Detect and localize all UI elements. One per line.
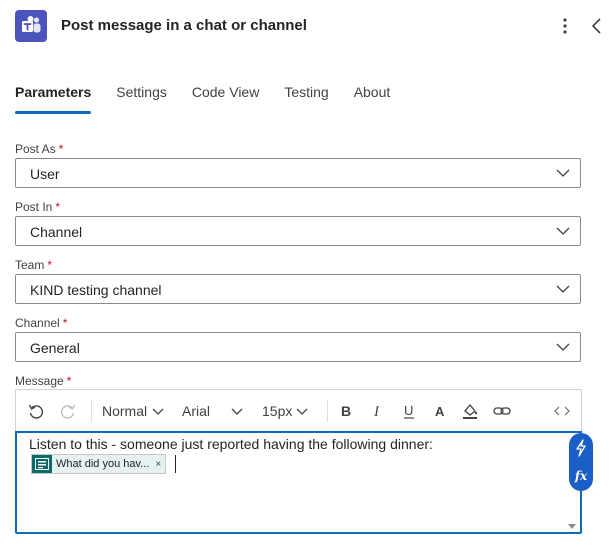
font-color-icon[interactable]: A bbox=[432, 400, 448, 422]
post-as-label-text: Post As bbox=[15, 142, 56, 156]
required-marker: * bbox=[47, 258, 53, 272]
forms-icon bbox=[32, 455, 52, 473]
message-label: Message * bbox=[15, 374, 71, 388]
post-as-value: User bbox=[30, 166, 60, 182]
undo-icon[interactable] bbox=[26, 400, 46, 422]
tab-settings[interactable]: Settings bbox=[116, 84, 167, 114]
chevron-down-icon bbox=[152, 406, 164, 416]
required-marker: * bbox=[66, 374, 72, 388]
collapse-panel-icon[interactable] bbox=[588, 14, 606, 38]
post-in-label: Post In * bbox=[15, 200, 60, 214]
remove-token-icon[interactable]: × bbox=[155, 459, 161, 470]
text-caret bbox=[175, 455, 176, 473]
toolbar-divider bbox=[91, 400, 92, 422]
redo-icon[interactable] bbox=[58, 400, 78, 422]
dynamic-content-icon[interactable] bbox=[569, 435, 593, 461]
svg-text:I: I bbox=[373, 404, 380, 420]
font-family-value: Arial bbox=[182, 403, 211, 419]
tab-code-view[interactable]: Code View bbox=[192, 84, 259, 114]
channel-label-text: Channel bbox=[15, 316, 60, 330]
chevron-down-icon bbox=[296, 406, 308, 416]
page-title: Post message in a chat or channel bbox=[61, 17, 307, 34]
required-marker: * bbox=[58, 142, 64, 156]
post-in-label-text: Post In bbox=[15, 200, 53, 214]
chevron-down-icon bbox=[555, 340, 571, 354]
panel-header: Post message in a chat or channel bbox=[0, 0, 610, 52]
required-marker: * bbox=[62, 316, 68, 330]
channel-value: General bbox=[30, 340, 80, 356]
required-marker: * bbox=[55, 200, 61, 214]
more-options-icon[interactable] bbox=[556, 14, 574, 38]
svg-text:A: A bbox=[435, 404, 445, 419]
paragraph-style-value: Normal bbox=[102, 403, 148, 419]
tab-about[interactable]: About bbox=[354, 84, 391, 114]
team-label-text: Team bbox=[15, 258, 45, 272]
tab-testing[interactable]: Testing bbox=[284, 84, 328, 114]
svg-text:U: U bbox=[404, 403, 413, 418]
tab-bar: Parameters Settings Code View Testing Ab… bbox=[15, 84, 415, 116]
tab-parameters[interactable]: Parameters bbox=[15, 84, 92, 114]
chevron-down-icon bbox=[231, 406, 243, 416]
message-text: Listen to this - someone just reported h… bbox=[29, 436, 433, 452]
italic-icon[interactable]: I bbox=[370, 400, 386, 422]
team-value: KIND testing channel bbox=[30, 282, 162, 298]
font-size-select[interactable]: 15px bbox=[262, 400, 308, 422]
post-as-dropdown[interactable]: User bbox=[15, 158, 581, 188]
chevron-down-icon bbox=[555, 224, 571, 238]
editor-toolbar: Normal Arial 15px B I U A bbox=[15, 389, 582, 431]
post-in-dropdown[interactable]: Channel bbox=[15, 216, 581, 246]
token-label: What did you hav... bbox=[56, 458, 150, 470]
message-editor: Normal Arial 15px B I U A Listen to this… bbox=[15, 389, 582, 534]
teams-icon bbox=[15, 10, 47, 42]
bold-icon[interactable]: B bbox=[338, 400, 354, 422]
expression-actions: fx bbox=[569, 433, 593, 491]
post-as-label: Post As * bbox=[15, 142, 63, 156]
code-view-icon[interactable] bbox=[552, 400, 572, 422]
expression-fx-button[interactable]: fx bbox=[569, 463, 593, 489]
message-label-text: Message bbox=[15, 374, 64, 388]
chevron-down-icon bbox=[555, 166, 571, 180]
link-icon[interactable] bbox=[492, 400, 512, 422]
chevron-down-icon bbox=[555, 282, 571, 296]
font-size-value: 15px bbox=[262, 403, 293, 419]
team-label: Team * bbox=[15, 258, 52, 272]
channel-dropdown[interactable]: General bbox=[15, 332, 581, 362]
paragraph-style-select[interactable]: Normal bbox=[102, 400, 164, 422]
post-in-value: Channel bbox=[30, 224, 83, 240]
channel-label: Channel * bbox=[15, 316, 67, 330]
underline-icon[interactable]: U bbox=[401, 400, 417, 422]
toolbar-divider bbox=[327, 400, 328, 422]
team-dropdown[interactable]: KIND testing channel bbox=[15, 274, 581, 304]
svg-text:B: B bbox=[341, 403, 351, 419]
dynamic-content-token[interactable]: What did you hav... × bbox=[31, 454, 167, 474]
scroll-down-arrow-icon[interactable] bbox=[567, 518, 577, 529]
highlight-color-icon[interactable] bbox=[461, 400, 479, 422]
message-input[interactable]: Listen to this - someone just reported h… bbox=[15, 431, 582, 534]
font-family-select[interactable]: Arial bbox=[182, 400, 243, 422]
